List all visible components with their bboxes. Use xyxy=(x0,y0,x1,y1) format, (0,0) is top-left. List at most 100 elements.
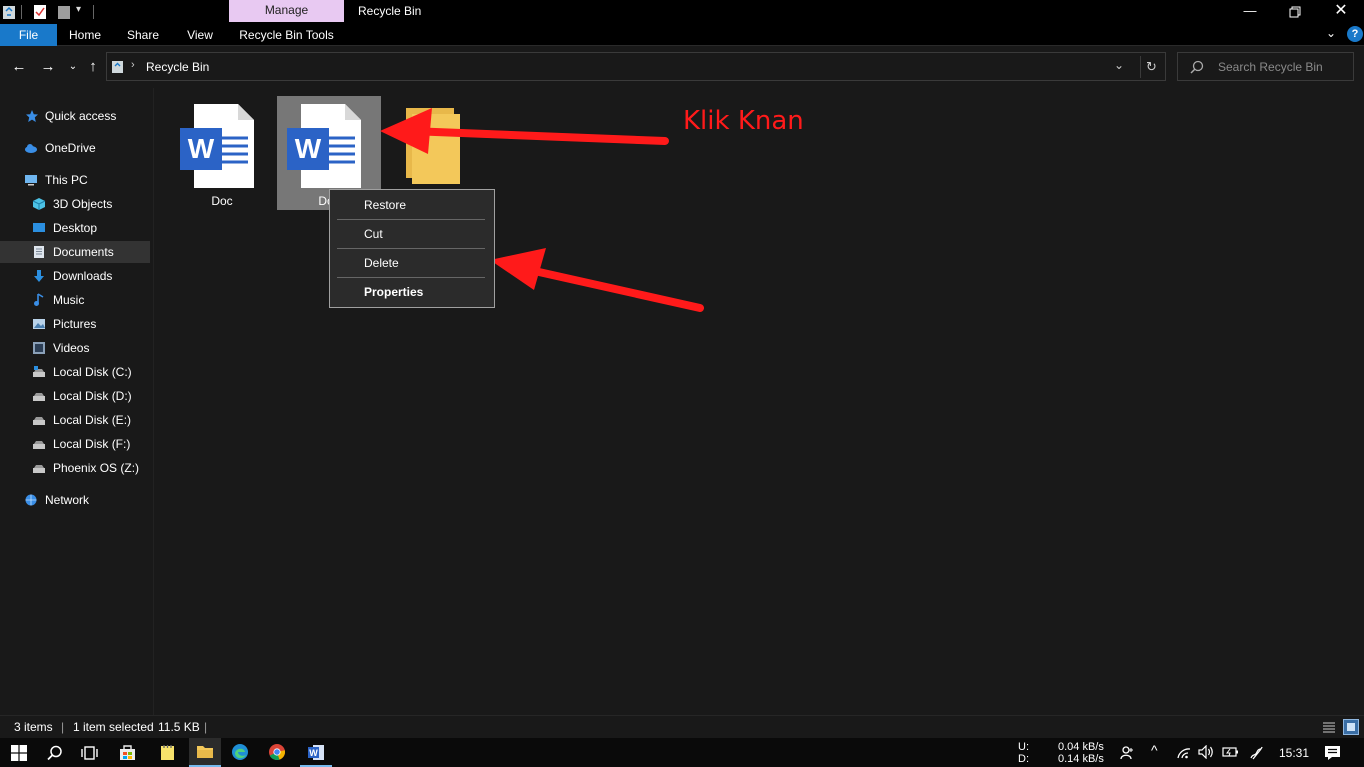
address-dropdown-icon[interactable]: ⌄ xyxy=(1114,58,1124,72)
file-name: Doc xyxy=(211,194,233,208)
sidebar-item-this-pc[interactable]: This PC xyxy=(0,169,152,191)
drive-icon xyxy=(33,465,45,473)
windows-start-icon[interactable] xyxy=(11,745,27,761)
notes-icon[interactable] xyxy=(159,744,176,761)
minimize-button[interactable]: — xyxy=(1227,0,1273,24)
navigation-pane: Quick access OneDrive This PC 3D Objects… xyxy=(0,88,152,715)
new-folder-icon[interactable] xyxy=(57,4,71,20)
edge-browser-icon[interactable] xyxy=(231,743,249,761)
document-icon xyxy=(34,246,44,258)
sidebar-item-downloads[interactable]: Downloads xyxy=(0,265,152,287)
sidebar-item-music[interactable]: Music xyxy=(0,289,152,311)
sidebar-item-desktop[interactable]: Desktop xyxy=(0,217,152,239)
status-bar: 3 items | 1 item selected 11.5 KB | xyxy=(0,715,1364,738)
sidebar-item-videos[interactable]: Videos xyxy=(0,337,152,359)
context-menu: Restore Cut Delete Properties xyxy=(329,189,495,308)
close-button[interactable]: ✕ xyxy=(1318,0,1364,24)
address-bar[interactable]: › Recycle Bin ⌄ ↻ xyxy=(106,52,1166,81)
breadcrumb-separator-icon: › xyxy=(131,59,135,71)
taskbar: W U: D: 0.04 kB/s 0.14 kB/s ^ 15:31 xyxy=(0,738,1364,767)
sidebar-item-label: This PC xyxy=(45,173,88,187)
customize-quick-access-icon[interactable]: ▾ xyxy=(76,4,81,15)
taskbar-word[interactable]: W xyxy=(300,738,332,767)
sidebar-item-pictures[interactable]: Pictures xyxy=(0,313,152,335)
context-menu-restore[interactable]: Restore xyxy=(331,191,493,219)
sidebar-item-3d-objects[interactable]: 3D Objects xyxy=(0,193,152,215)
selection-info: 1 item selected xyxy=(73,720,154,734)
tab-home[interactable]: Home xyxy=(60,24,110,46)
search-icon[interactable] xyxy=(47,745,63,761)
help-icon[interactable]: ? xyxy=(1347,26,1363,42)
show-hidden-icons-icon[interactable]: ^ xyxy=(1151,742,1158,758)
clock[interactable]: 15:31 xyxy=(1279,746,1309,760)
large-icons-view-icon[interactable] xyxy=(1343,719,1359,735)
maximize-button[interactable] xyxy=(1272,0,1318,24)
recycle-bin-icon xyxy=(112,61,123,73)
videos-icon xyxy=(33,342,45,354)
svg-text:W: W xyxy=(295,133,322,164)
tab-file[interactable]: File xyxy=(0,24,57,46)
drive-icon xyxy=(33,366,45,377)
properties-icon[interactable] xyxy=(33,4,47,20)
recycle-bin-icon xyxy=(3,6,15,19)
selection-size: 11.5 KB xyxy=(158,720,200,734)
battery-icon[interactable] xyxy=(1222,746,1239,758)
net-download-label: D: xyxy=(1018,753,1029,765)
arrow-head-icon xyxy=(380,108,432,154)
item-count: 3 items xyxy=(14,720,53,734)
sidebar-item-local-disk-f[interactable]: Local Disk (F:) xyxy=(0,433,152,455)
sidebar-item-label: Quick access xyxy=(45,109,117,123)
expand-ribbon-icon[interactable]: ⌄ xyxy=(1326,26,1336,40)
taskbar-file-explorer[interactable] xyxy=(189,738,221,767)
forward-button[interactable]: → xyxy=(37,56,59,78)
sidebar-item-local-disk-c[interactable]: Local Disk (C:) xyxy=(0,361,152,383)
manage-contextual-tab[interactable]: Manage xyxy=(229,0,344,22)
wifi-icon[interactable] xyxy=(1177,746,1191,759)
context-menu-properties[interactable]: Properties xyxy=(331,278,493,306)
tab-share[interactable]: Share xyxy=(118,24,168,46)
sidebar-item-label: Local Disk (E:) xyxy=(53,413,132,427)
title-bar: ▾ Manage Recycle Bin — ✕ xyxy=(0,0,1364,24)
people-icon[interactable] xyxy=(1120,745,1135,760)
tab-view[interactable]: View xyxy=(175,24,225,46)
task-view-icon[interactable] xyxy=(81,745,98,761)
breadcrumb-recycle-bin[interactable]: Recycle Bin xyxy=(146,60,209,74)
sidebar-item-phoenix-os[interactable]: Phoenix OS (Z:) xyxy=(0,457,152,479)
recent-locations-button[interactable]: ⌄ xyxy=(62,56,84,78)
refresh-icon[interactable]: ↻ xyxy=(1140,56,1162,78)
music-icon xyxy=(34,293,44,306)
search-icon xyxy=(1190,60,1204,74)
net-upload-speed: 0.04 kB/s xyxy=(1058,741,1104,753)
context-menu-cut[interactable]: Cut xyxy=(331,220,493,248)
svg-text:W: W xyxy=(188,133,215,164)
file-item[interactable]: W Doc xyxy=(170,96,274,210)
chrome-browser-icon[interactable] xyxy=(268,743,286,761)
back-button[interactable]: ← xyxy=(8,56,30,78)
sidebar-item-label: Local Disk (C:) xyxy=(53,365,132,379)
up-button[interactable]: ↑ xyxy=(82,56,104,78)
sidebar-item-label: Local Disk (D:) xyxy=(53,389,132,403)
sidebar-item-local-disk-e[interactable]: Local Disk (E:) xyxy=(0,409,152,431)
address-row: ← → ⌄ ↑ › Recycle Bin ⌄ ↻ Search Recycle… xyxy=(0,46,1364,88)
divider xyxy=(21,5,22,19)
download-icon xyxy=(34,270,44,282)
tab-recycle-bin-tools[interactable]: Recycle Bin Tools xyxy=(229,24,344,46)
network-icon xyxy=(25,494,37,506)
drive-icon xyxy=(33,441,45,449)
sidebar-item-documents[interactable]: Documents xyxy=(0,241,150,263)
context-menu-delete[interactable]: Delete xyxy=(331,249,493,277)
sidebar-item-onedrive[interactable]: OneDrive xyxy=(0,137,152,159)
sidebar-item-local-disk-d[interactable]: Local Disk (D:) xyxy=(0,385,152,407)
sidebar-item-network[interactable]: Network xyxy=(0,489,152,511)
store-icon[interactable] xyxy=(119,744,136,761)
word-document-icon: W xyxy=(287,104,361,188)
drive-icon xyxy=(33,393,45,401)
pictures-icon xyxy=(33,319,45,329)
details-view-icon[interactable] xyxy=(1322,720,1336,734)
sidebar-item-quick-access[interactable]: Quick access xyxy=(0,105,152,127)
search-box[interactable]: Search Recycle Bin xyxy=(1177,52,1354,81)
sidebar-item-label: Pictures xyxy=(53,317,97,331)
pen-workspace-icon[interactable] xyxy=(1249,745,1264,760)
volume-icon[interactable] xyxy=(1198,745,1214,759)
action-center-icon[interactable] xyxy=(1324,745,1341,761)
